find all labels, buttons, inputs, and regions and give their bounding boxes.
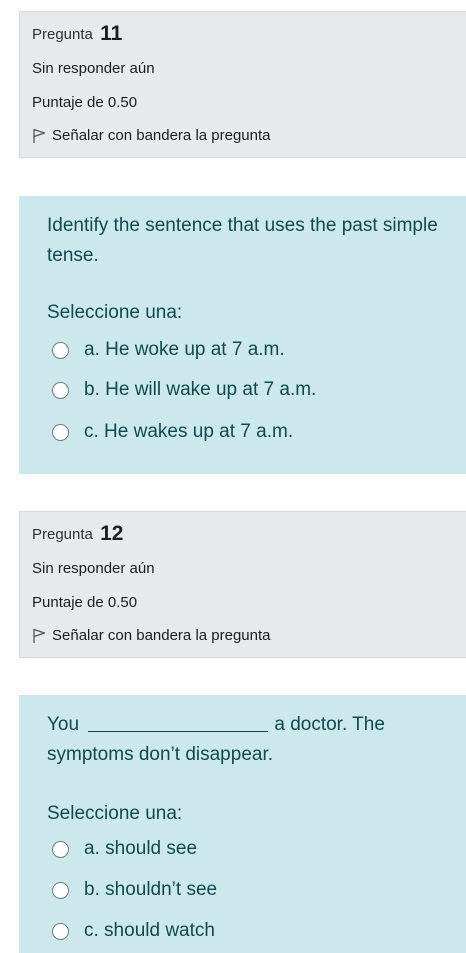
question-label: Pregunta <box>32 26 93 43</box>
question-number: 11 <box>100 22 123 45</box>
flag-icon <box>33 128 46 143</box>
radio-button[interactable] <box>52 341 69 359</box>
select-prompt: Seleccione una: <box>47 803 183 824</box>
radio-button[interactable] <box>52 922 69 940</box>
question-number: 12 <box>100 522 124 545</box>
flag-question-link[interactable]: Señalar con bandera la pregunta <box>32 127 271 144</box>
answer-option-a[interactable]: a. He woke up at 7 a.m. <box>52 339 285 361</box>
question-title: Pregunta 12 <box>32 522 123 546</box>
answer-label: c. should watch <box>84 920 215 941</box>
answer-label: a. should see <box>84 838 198 859</box>
question-score: Puntaje de 0.50 <box>32 594 138 611</box>
question-info-12: Pregunta 12 Sin responder aún Puntaje de… <box>19 511 466 658</box>
flag-question-label: Señalar con bandera la pregunta <box>52 627 271 644</box>
radio-button[interactable] <box>52 423 69 441</box>
question-status: Sin responder aún <box>32 60 155 77</box>
flag-question-label: Señalar con bandera la pregunta <box>52 127 271 144</box>
answer-label: b. shouldn’t see <box>84 879 218 900</box>
answer-option-b[interactable]: b. shouldn’t see <box>52 879 217 901</box>
answer-option-a[interactable]: a. should see <box>52 838 197 860</box>
radio-button[interactable] <box>52 840 69 858</box>
answer-option-c[interactable]: c. should watch <box>52 920 215 942</box>
question-info-11: Pregunta 11 Sin responder aún Puntaje de… <box>19 11 466 158</box>
radio-button[interactable] <box>52 381 69 399</box>
question-text: You a doctor. The symptoms don’t disappe… <box>47 710 442 770</box>
question-content-12: You a doctor. The symptoms don’t disappe… <box>19 695 466 953</box>
answer-label: b. He will wake up at 7 a.m. <box>84 379 317 400</box>
question-content-11: Identify the sentence that uses the past… <box>19 196 466 474</box>
answer-option-b[interactable]: b. He will wake up at 7 a.m. <box>52 379 316 401</box>
answer-label: a. He woke up at 7 a.m. <box>84 339 285 360</box>
question-text: Identify the sentence that uses the past… <box>47 215 438 266</box>
answer-label: c. He wakes up at 7 a.m. <box>84 421 294 442</box>
flag-question-link[interactable]: Señalar con bandera la pregunta <box>32 627 271 644</box>
select-prompt: Seleccione una: <box>47 302 183 323</box>
question-status: Sin responder aún <box>32 560 155 577</box>
radio-button[interactable] <box>52 881 69 899</box>
flag-icon <box>33 628 46 643</box>
answer-option-c[interactable]: c. He wakes up at 7 a.m. <box>52 421 293 443</box>
fill-in-blank <box>88 713 269 732</box>
question-text-before: You <box>47 714 80 735</box>
question-title: Pregunta 11 <box>32 22 122 46</box>
question-label: Pregunta <box>32 526 93 543</box>
question-score: Puntaje de 0.50 <box>32 94 138 111</box>
